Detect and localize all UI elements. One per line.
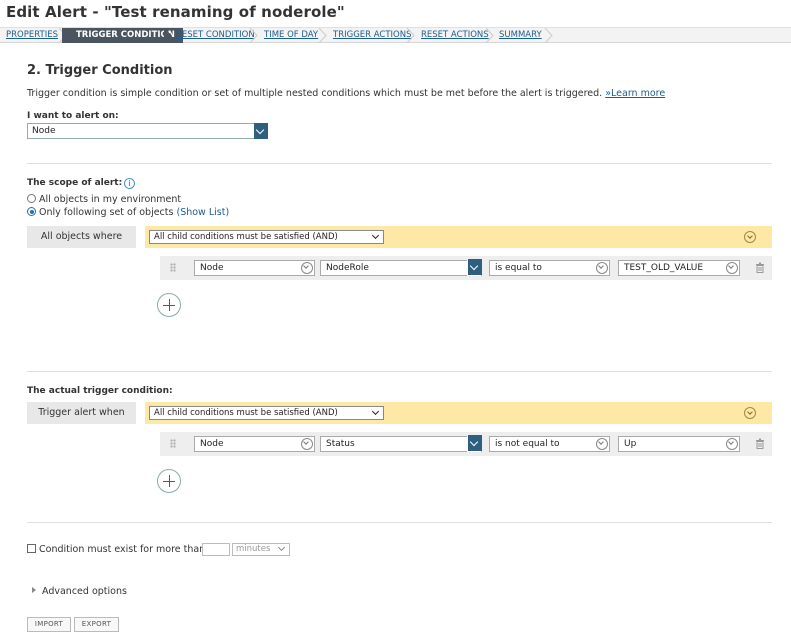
- collapse-icon[interactable]: [744, 231, 756, 243]
- advanced-options-toggle[interactable]: Advanced options: [32, 586, 127, 597]
- description-text: Trigger condition is simple condition or…: [27, 88, 603, 99]
- chevron-down-icon: [467, 259, 482, 276]
- divider: [27, 163, 772, 164]
- section-title: 2. Trigger Condition: [27, 63, 173, 78]
- scope-rule-value-value: TEST_OLD_VALUE: [624, 263, 704, 273]
- advanced-options-label: Advanced options: [42, 586, 127, 597]
- radio-all-objects[interactable]: [27, 194, 36, 203]
- chevron-down-icon: [594, 261, 608, 275]
- step-separator-icon: [164, 28, 172, 43]
- add-trigger-condition-button[interactable]: [157, 469, 181, 493]
- scope-option-following[interactable]: Only following set of objects (Show List…: [27, 207, 229, 218]
- import-button[interactable]: IMPORT: [27, 617, 71, 632]
- scope-rule-field-select[interactable]: NodeRole: [320, 259, 482, 276]
- scope-rule-row: Node NodeRole is equal to TEST_OLD_VALUE: [160, 256, 772, 280]
- step-separator-icon: [249, 28, 258, 43]
- scope-rule-operator-select[interactable]: is equal to: [489, 260, 610, 276]
- step-separator-icon: [544, 28, 553, 43]
- show-list-link[interactable]: (Show List): [176, 207, 229, 218]
- collapse-icon[interactable]: [744, 407, 756, 419]
- step-separator-icon: [318, 28, 327, 43]
- trigger-rule-field-value: Status: [326, 439, 355, 449]
- caret-right-icon: [32, 587, 36, 593]
- duration-row: Condition must exist for more than: [27, 544, 205, 555]
- chevron-down-icon: [299, 437, 313, 451]
- divider: [27, 371, 772, 372]
- scope-label: The scope of alert:: [27, 178, 123, 188]
- step-separator-icon: [406, 28, 415, 43]
- trigger-logic-select[interactable]: All child conditions must be satisfied (…: [149, 406, 384, 420]
- divider: [27, 522, 772, 523]
- trigger-rule-object-value: Node: [200, 439, 224, 449]
- step-reset-actions[interactable]: RESET ACTIONS: [421, 28, 489, 43]
- step-reset-condition[interactable]: RESET CONDITION: [176, 28, 255, 43]
- duration-unit-select[interactable]: minutes: [232, 543, 290, 556]
- trigger-rule-operator-value: is not equal to: [495, 439, 560, 449]
- trigger-rule-value-value: Up: [624, 439, 637, 449]
- trash-icon[interactable]: [755, 262, 765, 273]
- alert-on-value: Node: [32, 126, 56, 136]
- chevron-down-icon: [724, 261, 738, 275]
- step-summary[interactable]: SUMMARY: [499, 28, 542, 43]
- scope-option-following-label: Only following set of objects: [39, 207, 174, 218]
- scope-row-label: All objects where: [27, 226, 136, 248]
- scope-logic-select[interactable]: All child conditions must be satisfied (…: [149, 230, 384, 244]
- scope-rule-operator-value: is equal to: [495, 263, 542, 273]
- trigger-rule-value-select[interactable]: Up: [618, 436, 740, 452]
- chevron-down-icon: [467, 435, 482, 452]
- scope-rule-object-value: Node: [200, 263, 224, 273]
- chevron-down-icon: [594, 437, 608, 451]
- chevron-down-icon: [299, 261, 313, 275]
- trigger-rule-field-select[interactable]: Status: [320, 435, 482, 452]
- duration-input[interactable]: [202, 543, 230, 556]
- info-icon[interactable]: i: [124, 178, 135, 189]
- step-trigger-actions[interactable]: TRIGGER ACTIONS: [333, 28, 412, 43]
- trash-icon[interactable]: [755, 438, 765, 449]
- step-separator-icon: [485, 28, 494, 43]
- step-time-of-day[interactable]: TIME OF DAY: [264, 28, 318, 43]
- section-description: Trigger condition is simple condition or…: [27, 88, 665, 99]
- duration-checkbox[interactable]: [27, 544, 36, 553]
- alert-on-label: I want to alert on:: [27, 111, 119, 121]
- add-scope-condition-button[interactable]: [157, 293, 181, 317]
- scope-rule-object-select[interactable]: Node: [194, 260, 315, 276]
- step-properties[interactable]: PROPERTIES: [6, 28, 58, 43]
- learn-more-link[interactable]: »Learn more: [605, 88, 665, 99]
- export-button[interactable]: EXPORT: [74, 617, 119, 632]
- chevron-down-icon: [254, 123, 268, 139]
- page-title: Edit Alert - "Test renaming of noderole": [6, 3, 345, 21]
- trigger-rule-object-select[interactable]: Node: [194, 436, 315, 452]
- trigger-label: The actual trigger condition:: [27, 386, 173, 396]
- trigger-row-label: Trigger alert when: [27, 402, 136, 424]
- scope-option-all-label: All objects in my environment: [39, 194, 182, 205]
- drag-handle-icon[interactable]: [170, 263, 176, 272]
- scope-rule-field-value: NodeRole: [326, 263, 369, 273]
- radio-following-objects[interactable]: [27, 207, 36, 216]
- alert-on-select[interactable]: Node: [27, 123, 268, 139]
- trigger-logic-bar: All child conditions must be satisfied (…: [145, 402, 772, 424]
- drag-handle-icon[interactable]: [170, 439, 176, 448]
- chevron-down-icon: [724, 437, 738, 451]
- wizard-steps: PROPERTIES TRIGGER CONDITION RESET CONDI…: [0, 27, 791, 43]
- duration-label: Condition must exist for more than: [39, 544, 206, 555]
- scope-option-all[interactable]: All objects in my environment: [27, 194, 181, 205]
- scope-rule-value-select[interactable]: TEST_OLD_VALUE: [618, 260, 740, 276]
- trigger-rule-row: Node Status is not equal to Up: [160, 432, 772, 456]
- scope-logic-bar: All child conditions must be satisfied (…: [145, 226, 772, 248]
- trigger-rule-operator-select[interactable]: is not equal to: [489, 436, 610, 452]
